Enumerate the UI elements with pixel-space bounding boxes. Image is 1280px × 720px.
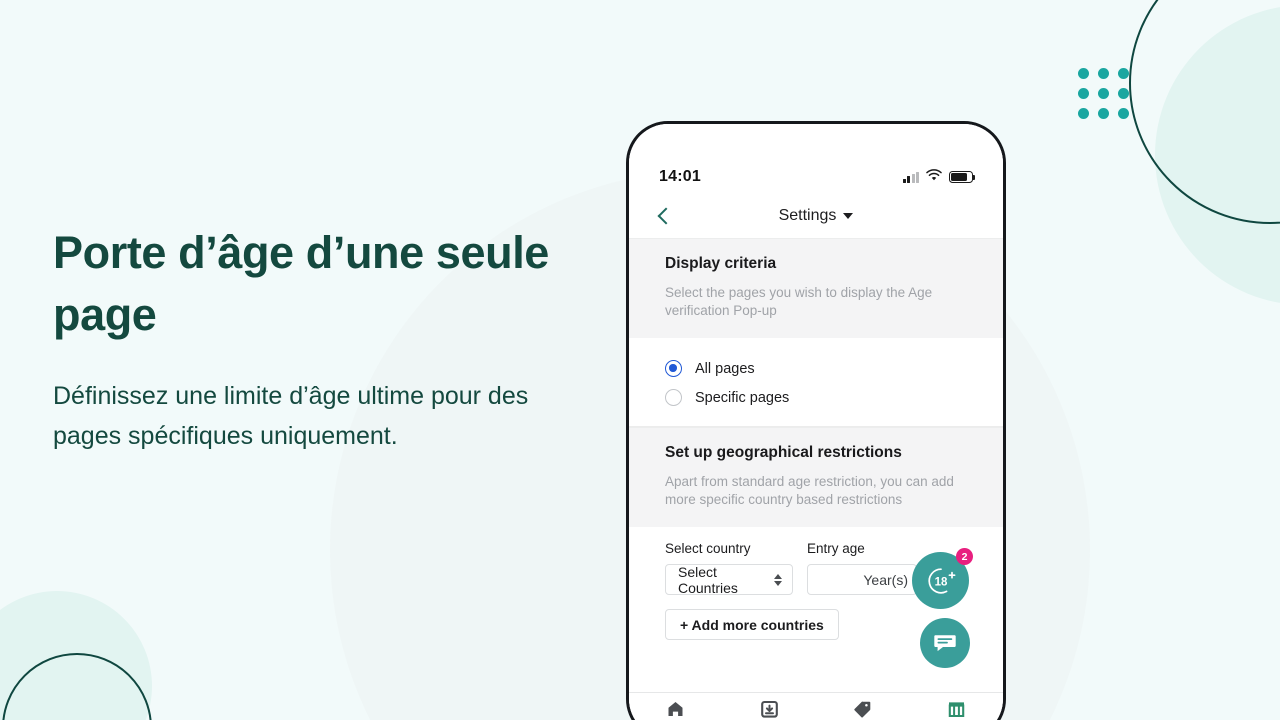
- tag-icon: [853, 700, 872, 720]
- header-title-group: Settings: [629, 207, 1003, 225]
- geo-restrictions-title: Set up geographical restrictions: [665, 444, 902, 461]
- orders-inbox-icon: [760, 700, 779, 720]
- display-criteria-options: All pages Specific pages: [629, 338, 1003, 427]
- dot-grid-decoration: [1078, 68, 1129, 119]
- entry-age-input[interactable]: Year(s): [807, 564, 917, 595]
- nav-item-home[interactable]: Home: [629, 700, 723, 720]
- caret-down-icon[interactable]: [843, 213, 854, 219]
- country-select-value: Select Countries: [678, 563, 738, 596]
- nav-item-store[interactable]: Store: [910, 700, 1004, 720]
- chat-floating-button[interactable]: [920, 618, 970, 668]
- radio-label-specific-pages: Specific pages: [695, 389, 790, 406]
- entry-age-value: Year(s): [863, 571, 908, 588]
- country-select[interactable]: Select Countries: [665, 563, 793, 596]
- radio-icon-specific-pages[interactable]: [665, 389, 682, 406]
- home-icon: [666, 700, 685, 720]
- chevron-updown-icon: [774, 573, 782, 586]
- notification-badge: 2: [956, 548, 973, 565]
- chat-bubble-icon: [934, 635, 956, 652]
- status-bar-icons: [902, 168, 976, 186]
- nav-item-orders[interactable]: Orders: [723, 700, 817, 720]
- cellular-signal-icon: [902, 171, 919, 183]
- status-bar: 14:01: [629, 124, 1003, 194]
- select-country-group: Select country Select Countries: [665, 541, 793, 596]
- page-subtitle: Définissez une limite d’âge ultime pour …: [53, 382, 529, 450]
- radio-option-all-pages[interactable]: All pages: [665, 354, 967, 383]
- geo-restrictions-description: Apart from standard age restriction, you…: [665, 474, 954, 507]
- display-criteria-description: Select the pages you wish to display the…: [665, 285, 933, 318]
- age-gate-floating-button[interactable]: 18 2: [912, 548, 973, 609]
- nav-item-products[interactable]: Products: [816, 700, 910, 720]
- radio-label-all-pages: All pages: [695, 360, 755, 377]
- page-title: Porte d’âge d’une seule page: [53, 227, 549, 340]
- outline-circle-top-right: [1129, 0, 1280, 224]
- svg-text:18: 18: [934, 576, 947, 588]
- outline-circle-bottom-left: [2, 653, 152, 720]
- wifi-icon: [926, 168, 942, 186]
- display-criteria-header: Display criteria Select the pages you wi…: [629, 238, 1003, 338]
- geo-restrictions-header: Set up geographical restrictions Apart f…: [629, 427, 1003, 527]
- storefront-icon: [947, 700, 966, 720]
- app-header: Settings: [629, 194, 1003, 238]
- marketing-copy: Porte d’âge d’une seule page Définissez …: [53, 222, 573, 456]
- display-criteria-title: Display criteria: [665, 255, 777, 272]
- header-title: Settings: [778, 207, 837, 224]
- status-bar-time: 14:01: [659, 168, 701, 185]
- radio-icon-all-pages[interactable]: [665, 360, 682, 377]
- age-18-plus-icon: 18: [927, 567, 955, 594]
- select-country-label: Select country: [665, 541, 751, 556]
- mint-circle-top-right: [1155, 5, 1280, 305]
- bottom-navigation: Home Orders Products: [629, 692, 1003, 720]
- mint-circle-bottom-left: [0, 591, 152, 720]
- battery-icon: [949, 171, 976, 183]
- radio-option-specific-pages[interactable]: Specific pages: [665, 383, 967, 412]
- add-more-countries-button[interactable]: + Add more countries: [665, 609, 839, 640]
- chevron-left-icon[interactable]: [653, 205, 675, 227]
- entry-age-label: Entry age: [807, 541, 865, 556]
- entry-age-group: Entry age Year(s): [807, 541, 917, 595]
